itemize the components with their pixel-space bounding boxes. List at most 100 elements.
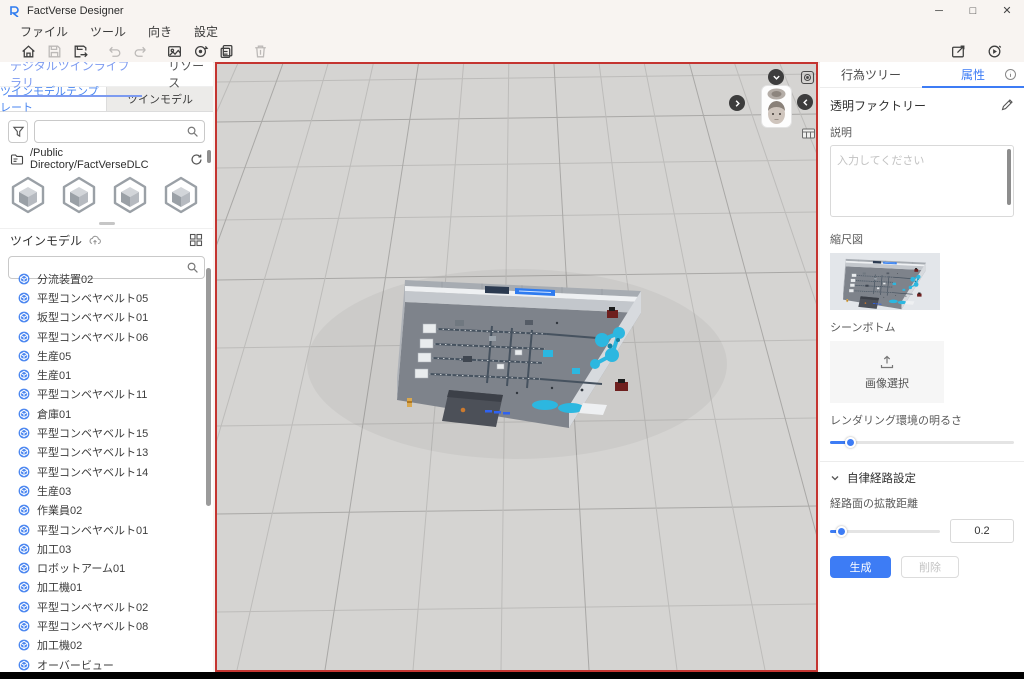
twin-template-cube-icon[interactable] bbox=[161, 175, 201, 215]
list-item[interactable]: 作業員02 bbox=[0, 501, 205, 520]
list-item[interactable]: 平型コンベヤベルト02 bbox=[0, 597, 205, 616]
grid-view-icon[interactable] bbox=[189, 233, 203, 247]
list-item[interactable]: 加工機02 bbox=[0, 636, 205, 655]
image-select-button[interactable]: 画像選択 bbox=[830, 341, 944, 403]
list-item-label: 平型コンベヤベルト02 bbox=[37, 599, 148, 615]
twin-model-icon bbox=[18, 408, 30, 420]
list-item[interactable]: 平型コンベヤベルト11 bbox=[0, 385, 205, 404]
tab-resources[interactable]: リソース bbox=[166, 62, 213, 94]
orbit-icon[interactable] bbox=[188, 41, 212, 61]
description-textarea[interactable] bbox=[830, 145, 1014, 217]
refresh-icon[interactable] bbox=[190, 153, 203, 166]
image-select-label: 画像選択 bbox=[865, 375, 909, 391]
close-button[interactable]: ✕ bbox=[990, 0, 1024, 22]
diffusion-slider[interactable] bbox=[830, 525, 940, 537]
tab-digital-twin-library[interactable]: デジタルツインライブラリ bbox=[8, 62, 142, 94]
rotate-right-button[interactable] bbox=[729, 95, 745, 111]
twin-model-icon bbox=[18, 311, 30, 323]
list-item[interactable]: 坂型コンベヤベルト01 bbox=[0, 308, 205, 327]
list-item-label: 生産01 bbox=[37, 367, 71, 383]
list-item-label: 加工機01 bbox=[37, 579, 82, 595]
list-item[interactable]: 平型コンベヤベルト13 bbox=[0, 443, 205, 462]
list-item-label: ロボットアーム01 bbox=[37, 560, 125, 576]
factory-scene[interactable] bbox=[397, 280, 641, 428]
list-item[interactable]: 平型コンベヤベルト05 bbox=[0, 288, 205, 307]
list-item-label: 平型コンベヤベルト01 bbox=[37, 522, 148, 538]
list-item-label: 坂型コンベヤベルト01 bbox=[37, 309, 148, 325]
list-item[interactable]: 平型コンベヤベルト01 bbox=[0, 520, 205, 539]
locate-view-icon[interactable] bbox=[799, 69, 815, 85]
list-item[interactable]: 平型コンベヤベルト14 bbox=[0, 462, 205, 481]
list-item[interactable]: 分流装置02 bbox=[0, 269, 205, 288]
share-icon[interactable] bbox=[946, 41, 970, 61]
list-item-label: 平型コンベヤベルト08 bbox=[37, 618, 148, 634]
twin-model-icon bbox=[18, 659, 30, 671]
library-panel: デジタルツインライブラリ リソース ツインモデルテンプレート ツインモデル /P… bbox=[0, 62, 213, 672]
brightness-slider-handle[interactable] bbox=[845, 437, 856, 448]
twin-model-icon bbox=[18, 273, 30, 285]
twin-model-list: 分流装置02平型コンベヤベルト05坂型コンベヤベルト01平型コンベヤベルト06生… bbox=[0, 263, 205, 672]
home-icon[interactable] bbox=[16, 41, 40, 61]
list-item[interactable]: 平型コンベヤベルト15 bbox=[0, 423, 205, 442]
twin-template-cube-icon[interactable] bbox=[59, 175, 99, 215]
directory-path-row[interactable]: /Public Directory/FactVerseDLC bbox=[0, 146, 213, 170]
list-item[interactable]: 加工機01 bbox=[0, 578, 205, 597]
scene-bottom-label: シーンボトム bbox=[830, 319, 1014, 335]
save-icon bbox=[42, 41, 66, 61]
rotate-left-button[interactable] bbox=[797, 94, 813, 110]
list-item[interactable]: オーバービュー bbox=[0, 655, 205, 672]
brightness-slider-track[interactable] bbox=[830, 441, 1014, 444]
scene-viewport[interactable] bbox=[215, 62, 818, 672]
scene-thumbnail bbox=[830, 253, 940, 310]
twin-template-cube-icon[interactable] bbox=[8, 175, 48, 215]
list-item-label: 生産03 bbox=[37, 483, 71, 499]
title-bar: FactVerse Designer ─ □ ✕ bbox=[0, 0, 1024, 22]
list-item[interactable]: 倉庫01 bbox=[0, 404, 205, 423]
scene-image-icon[interactable] bbox=[162, 41, 186, 61]
template-scrollbar[interactable] bbox=[207, 150, 211, 163]
panel-drag-handle[interactable] bbox=[99, 222, 115, 225]
search-icon bbox=[186, 125, 199, 138]
template-search-input[interactable] bbox=[40, 124, 186, 138]
cloud-upload-icon[interactable] bbox=[88, 233, 102, 247]
menu-file[interactable]: ファイル bbox=[20, 23, 68, 40]
tab-behavior-tree[interactable]: 行為ツリー bbox=[820, 62, 922, 87]
view-cube[interactable] bbox=[761, 85, 792, 128]
run-preview-icon[interactable] bbox=[982, 41, 1006, 61]
list-item[interactable]: 生産05 bbox=[0, 346, 205, 365]
description-label: 説明 bbox=[830, 124, 1014, 140]
info-icon[interactable] bbox=[1004, 68, 1017, 81]
list-item[interactable]: ロボットアーム01 bbox=[0, 558, 205, 577]
minimize-button[interactable]: ─ bbox=[922, 0, 956, 22]
maximize-button[interactable]: □ bbox=[956, 0, 990, 22]
brightness-label: レンダリング環境の明るさ bbox=[830, 412, 1014, 428]
menu-orientation[interactable]: 向き bbox=[148, 23, 172, 40]
menu-settings[interactable]: 設定 bbox=[194, 23, 218, 40]
list-item[interactable]: 生産01 bbox=[0, 365, 205, 384]
list-item[interactable]: 生産03 bbox=[0, 481, 205, 500]
redo-icon bbox=[128, 41, 152, 61]
edit-name-icon[interactable] bbox=[1000, 98, 1014, 112]
selected-object-name: 透明ファクトリー bbox=[830, 97, 926, 114]
layout-grid-icon[interactable] bbox=[800, 125, 816, 141]
generate-button[interactable]: 生成 bbox=[830, 556, 891, 578]
diffusion-slider-handle[interactable] bbox=[836, 526, 847, 537]
brightness-slider[interactable] bbox=[830, 436, 1014, 448]
filter-button[interactable] bbox=[8, 120, 28, 143]
route-settings-header[interactable]: 自律経路設定 bbox=[830, 470, 1014, 486]
twin-template-cube-icon[interactable] bbox=[110, 175, 150, 215]
trash-icon bbox=[248, 41, 272, 61]
list-item[interactable]: 平型コンベヤベルト06 bbox=[0, 327, 205, 346]
rotate-down-button[interactable] bbox=[768, 69, 784, 85]
list-item-label: 倉庫01 bbox=[37, 406, 71, 422]
list-item[interactable]: 平型コンベヤベルト08 bbox=[0, 616, 205, 635]
menu-tools[interactable]: ツール bbox=[90, 23, 126, 40]
textarea-scrollbar[interactable] bbox=[1007, 149, 1011, 205]
copy-document-icon[interactable] bbox=[214, 41, 238, 61]
save-as-icon[interactable] bbox=[68, 41, 92, 61]
list-item[interactable]: 加工03 bbox=[0, 539, 205, 558]
twin-model-icon bbox=[18, 504, 30, 516]
viewport-grid-canvas bbox=[217, 64, 816, 670]
diffusion-value-input[interactable] bbox=[950, 519, 1014, 543]
list-scrollbar[interactable] bbox=[206, 268, 211, 506]
